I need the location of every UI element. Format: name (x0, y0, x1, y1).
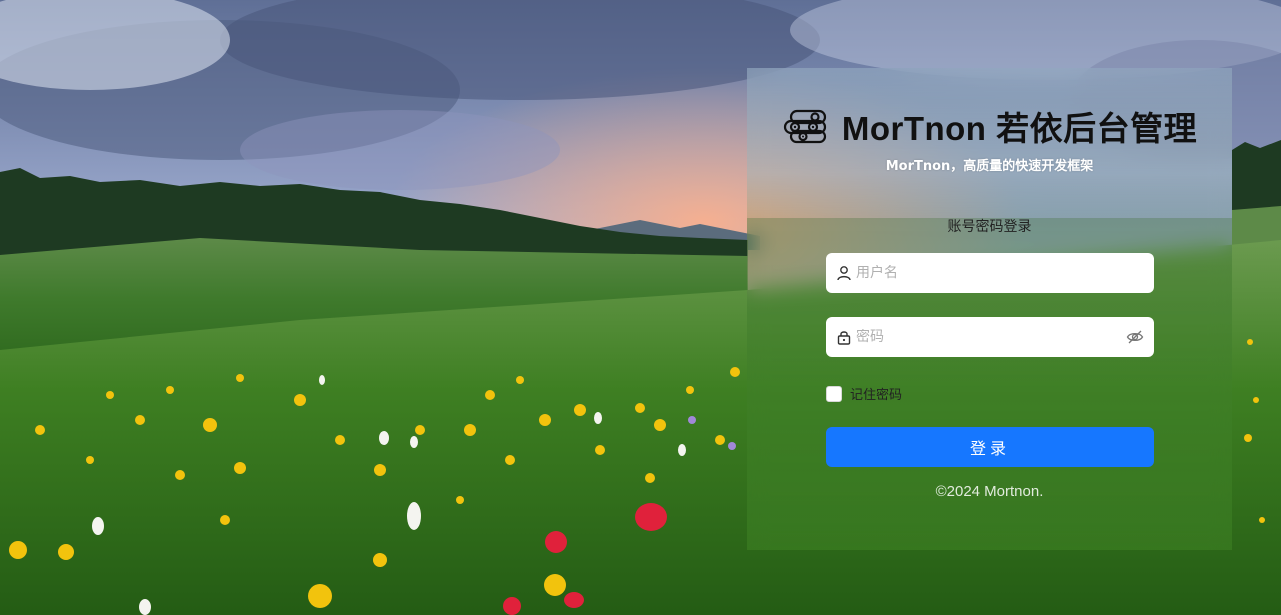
password-field[interactable] (826, 317, 1154, 357)
app-title: MorTnon 若依后台管理 (841, 110, 1198, 147)
login-tab-label[interactable]: 账号密码登录 (747, 216, 1232, 236)
logs-icon (783, 109, 826, 144)
lock-icon (837, 331, 851, 345)
login-button[interactable]: 登录 (826, 427, 1154, 467)
username-field[interactable] (826, 253, 1154, 293)
user-icon (837, 266, 851, 281)
eye-off-icon[interactable] (1126, 328, 1144, 346)
remember-password[interactable]: 记住密码 (826, 384, 902, 403)
brand-header: MorTnon 若依后台管理 (747, 102, 1232, 150)
remember-checkbox[interactable] (826, 385, 842, 402)
login-panel: MorTnon 若依后台管理 MorTnon，高质量的快速开发框架 账号密码登录 (747, 68, 1232, 550)
app-subtitle: MorTnon，高质量的快速开发框架 (885, 159, 1094, 174)
username-input[interactable] (856, 265, 1144, 281)
copyright-text: ©2024 Mortnon. (935, 483, 1044, 500)
login-page: MorTnon 若依后台管理 MorTnon，高质量的快速开发框架 账号密码登录 (0, 0, 1281, 615)
remember-label: 记住密码 (850, 388, 903, 403)
password-input[interactable] (856, 329, 1126, 345)
